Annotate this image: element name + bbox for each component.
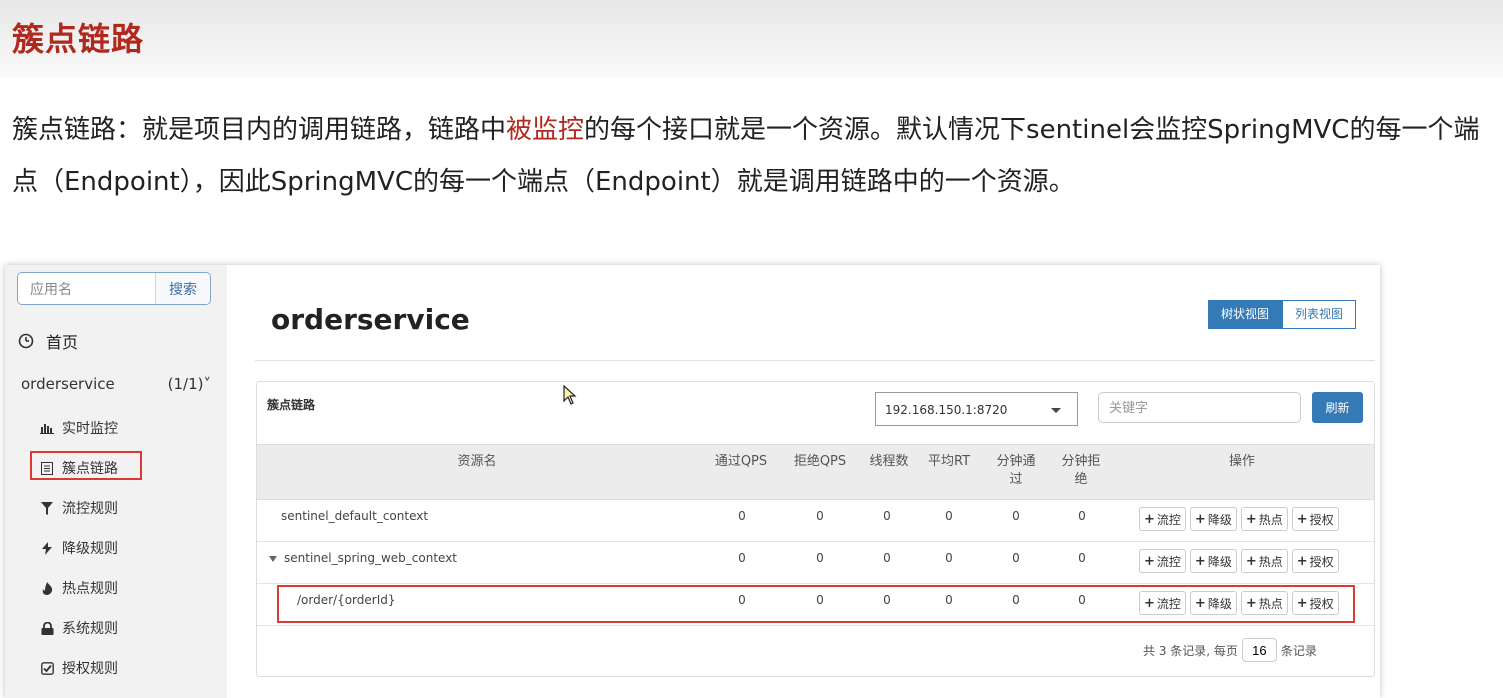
machine-value: 192.168.150.1:8720 [885,403,1008,417]
minute-pass: 0 [1012,551,1020,565]
sentinel-dashboard-screenshot: 搜索 首页 orderservice (1/1)˅ 实时监控 簇点链路 流控规则… [5,265,1380,698]
sidebar-item-hotspot-rules[interactable]: 热点规则 [40,577,118,599]
app-search-input[interactable] [18,273,146,304]
sidebar-item-auth-rules[interactable]: 授权规则 [40,657,118,679]
pager-prefix: 共 3 条记录, 每页 [1143,643,1238,658]
row-highlight-box [277,585,1355,623]
view-toggle: 树状视图 列表视图 [1208,300,1357,329]
col-resource: 资源名 [457,454,497,469]
home-label: 首页 [46,333,79,352]
app-search-group: 搜索 [17,272,211,305]
col-pass-qps: 通过QPS [714,454,768,469]
table-header: 资源名 通过QPS 拒绝QPS 线程数 平均RT 分钟通过 分钟拒绝 操作 [257,444,1374,500]
app-instance-count: (1/1)˅ [167,375,212,393]
divider [255,360,1375,361]
flow-rule-button[interactable]: + 流控 [1139,549,1186,573]
threads: 0 [883,509,891,523]
minute-block: 0 [1078,509,1086,523]
expand-triangle-icon[interactable] [269,556,277,562]
block-qps: 0 [816,509,824,523]
degrade-rule-button[interactable]: + 降级 [1189,507,1237,531]
resource-card: 簇点链路 192.168.150.1:8720 刷新 资源名 通过QPS 拒绝Q… [256,381,1375,677]
machine-select[interactable]: 192.168.150.1:8720 [875,392,1078,426]
keyword-input[interactable] [1098,392,1301,423]
description-part1: 簇点链路：就是项目内的调用链路，链路中 [12,115,507,145]
slide-header: 簇点链路 [0,0,1503,78]
col-threads: 线程数 [869,454,909,469]
lock-icon [40,621,54,635]
col-block-qps: 拒绝QPS [793,454,847,469]
minute-block: 0 [1078,551,1086,565]
col-avg-rt: 平均RT [927,454,971,469]
pass-qps: 0 [738,509,746,523]
sidebar-app-orderservice[interactable]: orderservice (1/1)˅ [21,375,211,393]
col-minute-pass: 分钟通过 [996,454,1036,487]
sidebar-item-realtime[interactable]: 实时监控 [40,417,118,439]
sidebar-item-degrade-rules[interactable]: 降级规则 [40,537,118,559]
check-icon [40,661,54,675]
plus-icon: + [1194,511,1206,527]
search-button[interactable]: 搜索 [155,273,210,304]
flow-rule-button[interactable]: + 流控 [1139,507,1186,531]
hotspot-rule-button[interactable]: + 热点 [1240,549,1288,573]
col-minute-block: 分钟拒绝 [1061,454,1101,487]
pass-qps: 0 [738,551,746,565]
degrade-rule-button[interactable]: + 降级 [1189,549,1237,573]
auth-rule-button[interactable]: + 授权 [1291,507,1339,531]
col-ops: 操作 [1228,454,1255,469]
row-actions: + 流控 + 降级 + 热点 + 授权 [1139,507,1343,531]
bolt-icon [40,541,54,555]
slide-title: 簇点链路 [12,20,145,58]
threads: 0 [883,551,891,565]
plus-icon: + [1194,553,1206,569]
sidebar-item-flow-rules[interactable]: 流控规则 [40,497,118,519]
chevron-down-icon: ˅ [203,375,212,393]
plus-icon: + [1245,553,1257,569]
resource-name: sentinel_spring_web_context [284,551,458,565]
tree-view-button[interactable]: 树状视图 [1208,300,1283,329]
sidebar-item-label: 热点规则 [62,581,118,597]
plus-icon: + [1296,511,1308,527]
plus-icon: + [1144,553,1155,569]
bar-chart-icon [40,421,54,435]
resource-name: sentinel_default_context [281,509,429,523]
plus-icon: + [1245,511,1257,527]
plus-icon: + [1144,511,1155,527]
refresh-button[interactable]: 刷新 [1312,392,1363,423]
pager-suffix: 条记录 [1280,643,1317,658]
fire-icon [40,581,54,595]
table-row: sentinel_spring_web_context 0 0 0 0 0 0 … [257,541,1374,584]
sidebar: 搜索 首页 orderservice (1/1)˅ 实时监控 簇点链路 流控规则… [5,265,227,698]
sidebar-item-label: 降级规则 [62,541,118,557]
auth-rule-button[interactable]: + 授权 [1291,549,1339,573]
card-label: 簇点链路 [267,398,316,412]
minute-pass: 0 [1012,509,1020,523]
sidebar-item-label: 授权规则 [62,661,118,677]
sidebar-item-system-rules[interactable]: 系统规则 [40,617,118,639]
sidebar-item-home[interactable]: 首页 [18,329,78,353]
sidebar-item-label: 实时监控 [62,421,118,437]
page-size-input[interactable] [1241,638,1277,662]
filter-icon [40,501,54,515]
sidebar-item-label: 系统规则 [62,621,118,637]
row-actions: + 流控 + 降级 + 热点 + 授权 [1139,549,1343,573]
page-title: orderservice [271,303,470,336]
avg-rt: 0 [945,509,953,523]
slide-description: 簇点链路：就是项目内的调用链路，链路中被监控的每个接口就是一个资源。默认情况下s… [12,104,1497,208]
sidebar-item-label: 流控规则 [62,501,118,517]
app-name: orderservice [21,375,115,393]
list-view-button[interactable]: 列表视图 [1282,300,1357,329]
avg-rt: 0 [945,551,953,565]
hotspot-rule-button[interactable]: + 热点 [1240,507,1288,531]
table-row: sentinel_default_context 0 0 0 0 0 0 + 流控… [257,499,1374,542]
caret-down-icon [1051,408,1061,413]
description-highlight: 被监控 [506,115,585,145]
dashboard-icon [18,333,34,349]
mouse-cursor-icon [563,385,577,405]
block-qps: 0 [816,551,824,565]
plus-icon: + [1296,553,1308,569]
selection-highlight [30,451,142,480]
pagination: 共 3 条记录, 每页 条记录 [1143,638,1317,662]
